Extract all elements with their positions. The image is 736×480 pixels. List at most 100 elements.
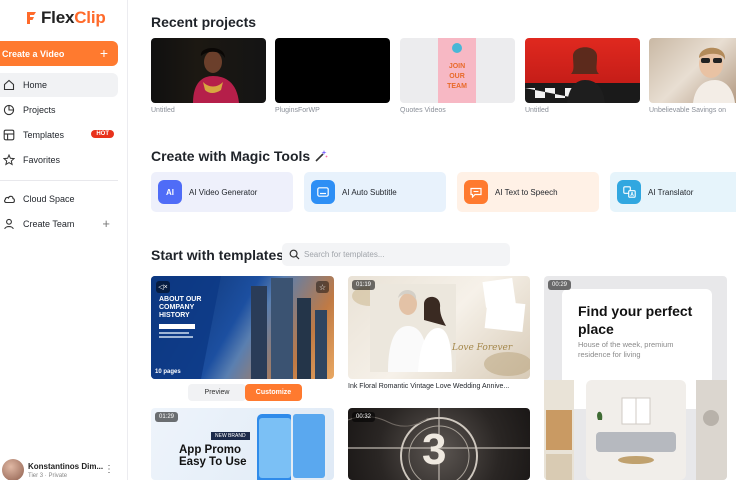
tool-label: AI Video Generator — [189, 187, 258, 197]
user-tier: Tier 3 · Private — [28, 473, 68, 479]
templates-title: Start with templates — [151, 247, 285, 263]
project-label: Untitled — [525, 107, 549, 114]
project-thumbnail[interactable] — [275, 38, 390, 103]
create-video-label: Create a Video — [2, 48, 65, 59]
page-count: 10 pages — [155, 369, 181, 375]
svg-text:OUR: OUR — [449, 73, 465, 80]
search-input[interactable] — [304, 250, 494, 259]
customize-button[interactable]: Customize — [245, 384, 302, 401]
sidebar-item-label: Projects — [23, 105, 56, 115]
avatar — [2, 459, 24, 480]
project-thumbnail[interactable] — [525, 38, 640, 103]
laughing-woman-image — [693, 47, 735, 103]
sidebar-divider — [0, 180, 118, 181]
search-icon — [289, 249, 300, 260]
ai-text-to-speech-tool[interactable]: AI Text to Speech — [457, 172, 599, 212]
user-icon — [2, 217, 16, 231]
wedding-couple-image — [352, 277, 530, 376]
templates-icon — [2, 128, 16, 142]
subtitle-icon — [311, 180, 335, 204]
template-search-box[interactable] — [282, 243, 510, 266]
project-thumbnail[interactable] — [151, 38, 266, 103]
svg-text:JOIN: JOIN — [449, 63, 465, 70]
hot-badge: HOT — [91, 130, 114, 138]
logo-text: FlexClip — [41, 8, 106, 28]
duration-badge: 00:32 — [352, 412, 376, 422]
ai-auto-subtitle-tool[interactable]: AI Auto Subtitle — [304, 172, 446, 212]
project-thumbnail[interactable]: JOIN OUR TEAM — [400, 38, 515, 103]
more-icon[interactable]: ⋮ — [104, 464, 114, 475]
countdown-number: 3 — [422, 425, 447, 474]
project-label: PluginsForWP — [275, 107, 320, 114]
template-subheading: House of the week, premium residence for… — [578, 340, 674, 359]
template-card[interactable]: NEW BRAND App Promo Easy To Use 01:29 — [151, 408, 334, 480]
magic-wand-icon — [315, 150, 328, 162]
home-icon — [2, 78, 16, 92]
living-room-image — [544, 380, 727, 480]
duration-badge: 01:29 — [155, 412, 179, 422]
translate-icon: A — [617, 180, 641, 204]
project-label: Untitled — [151, 107, 175, 114]
ai-translator-tool[interactable]: A AI Translator — [610, 172, 736, 212]
sidebar-item-label: Cloud Space — [23, 194, 75, 204]
tool-label: AI Text to Speech — [495, 187, 558, 197]
svg-text:A: A — [630, 192, 634, 198]
sidebar-item-label: Create Team — [23, 219, 75, 229]
logo-prefix: Flex — [41, 8, 75, 27]
template-card[interactable]: Find your perfect place House of the wee… — [544, 276, 727, 480]
main-content: Recent projects JOIN OUR TEAM Untitled P… — [128, 0, 736, 480]
sidebar-item-label: Templates — [23, 130, 65, 140]
sidebar-item-label: Home — [23, 80, 48, 90]
flexclip-app: FlexClip Create a Video + Home Projects … — [0, 0, 736, 480]
sidebar-item-templates[interactable]: Templates HOT — [0, 123, 118, 147]
cloud-icon — [2, 192, 16, 206]
preview-button[interactable]: Preview — [188, 384, 246, 401]
user-info: Konstantinos Dim... Tier 3 · Private — [28, 462, 103, 479]
ai-badge-icon: AI — [158, 180, 182, 204]
template-card[interactable]: ABOUT OUR COMPANY HISTORY ◁× ☆ 10 pages — [151, 276, 334, 379]
template-overlay-text: Love Forever — [452, 343, 513, 353]
template-tag: NEW BRAND — [211, 432, 250, 440]
woman-phone-image — [525, 47, 640, 103]
duration-badge: 00:29 — [548, 280, 572, 290]
sidebar-item-create-team[interactable]: Create Team + — [0, 212, 118, 236]
sidebar-item-projects[interactable]: Projects — [0, 98, 118, 122]
woman-portrait-image — [193, 48, 239, 103]
ai-video-generator-tool[interactable]: AI AI Video Generator — [151, 172, 293, 212]
template-title: Ink Floral Romantic Vintage Love Wedding… — [348, 383, 510, 390]
company-history-image — [151, 276, 327, 379]
template-card[interactable]: 3 00:32 — [348, 408, 530, 480]
template-heading: Find your perfect place — [578, 303, 693, 337]
sidebar-item-cloud-space[interactable]: Cloud Space — [0, 187, 118, 211]
sidebar-item-home[interactable]: Home — [0, 73, 118, 97]
magic-tools-title-text: Create with Magic Tools — [151, 148, 311, 164]
template-card[interactable]: Love Forever 01:19 — [348, 276, 530, 379]
join-our-team-image: JOIN OUR TEAM — [438, 38, 476, 103]
magic-tools-title: Create with Magic Tools — [151, 148, 328, 164]
plus-icon: + — [99, 45, 108, 61]
user-profile[interactable]: Konstantinos Dim... Tier 3 · Private ⋮ — [0, 454, 128, 480]
template-heading: App Promo Easy To Use — [179, 444, 247, 468]
tool-label: AI Translator — [648, 187, 694, 197]
speech-icon — [464, 180, 488, 204]
projects-icon — [2, 103, 16, 117]
sidebar: FlexClip Create a Video + Home Projects … — [0, 0, 128, 480]
tool-label: AI Auto Subtitle — [342, 187, 397, 197]
svg-text:TEAM: TEAM — [447, 83, 467, 90]
project-thumbnail[interactable] — [649, 38, 736, 103]
sidebar-item-favorites[interactable]: Favorites — [0, 148, 118, 172]
logo[interactable]: FlexClip — [24, 8, 106, 28]
flexclip-logo-icon — [27, 12, 36, 24]
project-label: Unbelievable Savings on — [649, 107, 727, 114]
duration-badge: 01:19 — [352, 280, 376, 290]
recent-projects-title: Recent projects — [151, 14, 257, 30]
mute-icon[interactable]: ◁× — [156, 281, 170, 293]
add-team-icon[interactable]: + — [102, 216, 110, 231]
project-label: Quotes Videos — [400, 107, 446, 114]
template-heading: ABOUT OUR COMPANY HISTORY — [159, 296, 202, 319]
sidebar-item-label: Favorites — [23, 155, 61, 165]
favorite-star-icon[interactable]: ☆ — [316, 281, 329, 293]
create-video-button[interactable]: Create a Video + — [0, 41, 118, 66]
star-icon — [2, 153, 16, 167]
user-name: Konstantinos Dim... — [28, 462, 104, 471]
